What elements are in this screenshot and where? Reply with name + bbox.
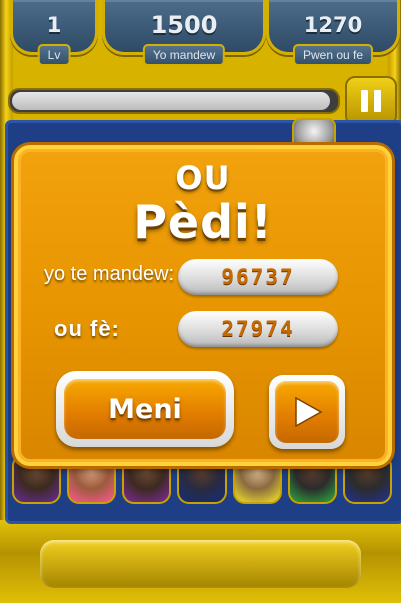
score-display: 1270 Pwen ou fe (266, 0, 400, 66)
menu-button[interactable]: Meni (56, 371, 234, 447)
target-label: Yo mandew (142, 44, 226, 66)
pause-icon (358, 90, 384, 112)
play-icon (295, 396, 323, 428)
target-value: 1500 (150, 11, 218, 39)
dialog-title-line2: Pèdi! (133, 195, 273, 249)
game-over-dialog: OU Pèdi! yo te mandew: 96737 ou fè: 2797… (14, 145, 392, 466)
progress-bar (8, 88, 340, 114)
score-row-label: ou fè: (54, 316, 120, 341)
pause-button[interactable] (345, 76, 397, 126)
level-value: 1 (46, 13, 62, 37)
target-row-value: 96737 (178, 259, 338, 295)
progress-fill (12, 92, 330, 110)
target-row-label: yo te mandew: (44, 263, 175, 285)
level-display: 1 Lv (10, 0, 98, 66)
score-label: Pwen ou fe (292, 44, 374, 66)
target-display: 1500 Yo mandew (102, 0, 266, 66)
score-value: 1270 (303, 13, 363, 37)
menu-button-label: Meni (108, 393, 182, 425)
level-label: Lv (37, 44, 71, 66)
score-row-value: 27974 (178, 311, 338, 347)
play-button[interactable] (269, 375, 345, 449)
bottom-tray (40, 540, 361, 588)
dialog-title-line1: OU (175, 159, 231, 197)
